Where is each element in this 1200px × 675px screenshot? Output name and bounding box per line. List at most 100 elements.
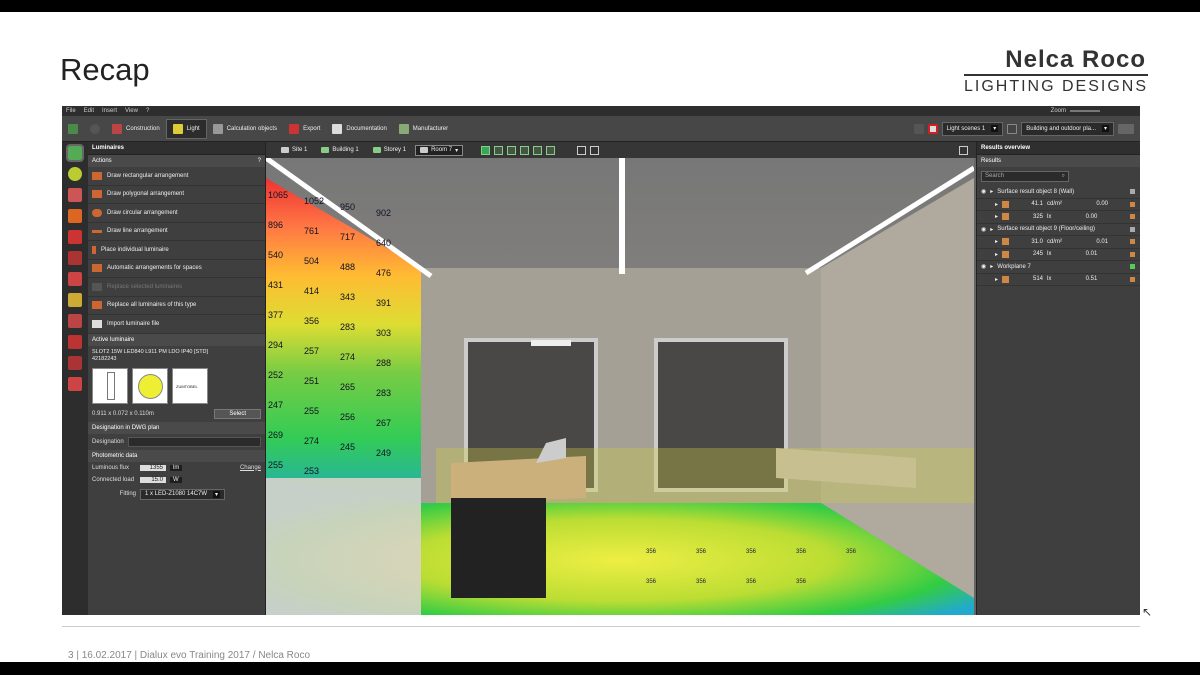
result-uniformity: 0.00 [1096, 201, 1109, 208]
floor-illuminance-value: 356 [846, 549, 857, 555]
zoom-slider[interactable] [1070, 110, 1100, 112]
light-scenes-dropdown[interactable]: Light scenes 1 ▾ [941, 121, 1004, 136]
action-rectangular[interactable]: Draw rectangular arrangement [88, 167, 265, 186]
result-object-row[interactable]: ◉ ▸ Surface result object 9 (Floor/ceiling… [977, 224, 1140, 236]
zoom-fit-icon[interactable] [577, 145, 587, 155]
tab-manufacturer[interactable]: Manufacturer [393, 119, 454, 139]
crumb-room[interactable]: Room 7 ▾ [415, 144, 464, 156]
logo-tagline: LIGHTING DESIGNS [963, 78, 1148, 95]
3d-viewport[interactable]: Site 1 Building 1 Storey 1 Room 7 ▾ 1065… [266, 142, 976, 615]
menu-help[interactable]: ? [146, 108, 149, 114]
luminaires-tool-icon[interactable] [66, 144, 84, 162]
view-mode-icon[interactable] [1118, 123, 1134, 134]
expand-icon[interactable]: ▸ [990, 263, 993, 270]
action-individual[interactable]: Place individual luminaire [88, 241, 265, 260]
action-replace-all[interactable]: Replace all luminaires of this type [88, 297, 265, 315]
layout-tool-icon[interactable] [68, 377, 82, 391]
tab-documentation[interactable]: Documentation [326, 119, 392, 139]
crumb-building[interactable]: Building 1 [316, 145, 363, 155]
wall-illuminance-value: 283 [376, 388, 391, 398]
monitor-icon[interactable] [1007, 123, 1018, 134]
view-floor-icon[interactable] [494, 145, 504, 155]
result-value-row[interactable]: ▸ 325 lx 0.00 [977, 211, 1140, 224]
menu-file[interactable]: File [66, 108, 76, 114]
fullscreen-icon[interactable] [959, 145, 968, 155]
action-polygonal[interactable]: Draw polygonal arrangement [88, 186, 265, 204]
tab-construction[interactable]: Construction [106, 119, 166, 139]
expand-icon[interactable]: ▸ [995, 238, 998, 245]
luminaire-dimensions: 0.911 x 0.072 x 0.110m [92, 410, 154, 417]
result-object-row[interactable]: ◉ ▸ Workplane 7 [977, 261, 1140, 274]
expand-icon[interactable]: ▸ [995, 201, 998, 208]
action-automatic[interactable]: Automatic arrangements for spaces [88, 260, 265, 278]
result-value: 41.1 [1031, 201, 1044, 208]
result-value-row[interactable]: ▸ 41.1 cd/m² 0.00 [977, 199, 1140, 211]
flux-input[interactable]: 1355 [140, 464, 166, 471]
wrench-tool-icon[interactable] [68, 272, 82, 286]
stop-calculation-icon[interactable] [927, 123, 938, 134]
eye-icon[interactable]: ◉ [981, 188, 986, 195]
save-button[interactable] [62, 119, 84, 139]
corner-tool-icon[interactable] [68, 251, 82, 265]
expand-icon[interactable]: ▸ [995, 251, 998, 258]
crumb-site[interactable]: Site 1 [276, 145, 312, 155]
action-import[interactable]: Import luminaire file [88, 315, 265, 334]
stack-tool-icon[interactable] [68, 293, 82, 307]
panel-tool-icon[interactable] [68, 335, 82, 349]
tab-export-label: Export [303, 125, 321, 132]
result-value-row[interactable]: ▸ 31.0 cd/m² 0.01 [977, 236, 1140, 249]
bulb-tool-icon[interactable] [68, 167, 82, 181]
view-3d-icon[interactable] [481, 145, 491, 155]
tab-calculation-objects[interactable]: Calculation objects [207, 119, 283, 139]
result-type-icon [1002, 213, 1010, 221]
result-object-row[interactable]: ◉ ▸ Surface result object 8 (Wall) [977, 186, 1140, 199]
crumb-storey[interactable]: Storey 1 [368, 145, 411, 155]
spotlight-tool-icon[interactable] [68, 188, 82, 202]
scene-scope-dropdown[interactable]: Building and outdoor pla... ▾ [1021, 121, 1114, 136]
eye-icon[interactable]: ◉ [981, 263, 986, 270]
zoom-control[interactable]: Zoom [1051, 108, 1100, 114]
wall-illuminance-value: 717 [340, 232, 355, 242]
load-input[interactable]: 15.0 [140, 476, 166, 483]
wall-illuminance-value: 247 [268, 400, 283, 410]
help-icon[interactable]: ? [258, 158, 261, 164]
automatic-arrangement-icon [92, 264, 102, 273]
expand-icon[interactable]: ▸ [990, 188, 993, 195]
view-side-icon[interactable] [520, 145, 530, 155]
action-circular[interactable]: Draw circular arrangement [88, 204, 265, 223]
wall-illuminance-value: 902 [376, 208, 391, 218]
action-line[interactable]: Draw line arrangement [88, 223, 265, 241]
eye-icon[interactable]: ◉ [981, 226, 986, 233]
results-search-input[interactable]: Search ⌕ [981, 171, 1069, 182]
curve-tool-icon[interactable] [68, 314, 82, 328]
actions-header: Actions? [88, 155, 265, 167]
import-file-icon [92, 319, 102, 328]
result-value-row[interactable]: ▸ 514 lx 0.51 [977, 274, 1140, 286]
designation-input[interactable] [127, 436, 261, 447]
result-value-row[interactable]: ▸ 245 lx 0.01 [977, 249, 1140, 261]
menu-view[interactable]: View [125, 108, 138, 114]
color-tool-icon[interactable] [68, 209, 82, 223]
expand-icon[interactable]: ▸ [995, 213, 998, 220]
angle-tool-icon[interactable] [68, 230, 82, 244]
view-wall-icon[interactable] [507, 145, 517, 155]
view-top-icon[interactable] [533, 145, 543, 155]
fitting-value: 1 x LED-Z1080 14C7W [145, 491, 208, 497]
menu-edit[interactable]: Edit [84, 108, 94, 114]
wall-illuminance-value: 540 [268, 250, 283, 260]
view-box-icon[interactable] [546, 145, 556, 155]
menu-insert[interactable]: Insert [102, 108, 117, 114]
tab-light[interactable]: Light [165, 118, 207, 139]
expand-icon[interactable]: ▸ [990, 226, 993, 233]
frame-tool-icon[interactable] [68, 356, 82, 370]
fitting-dropdown[interactable]: 1 x LED-Z1080 14C7W ▾ [140, 488, 226, 500]
tab-export[interactable]: Export [283, 119, 326, 139]
undo-button[interactable] [84, 119, 106, 139]
pan-icon[interactable] [590, 145, 600, 155]
select-button[interactable]: Select [214, 408, 261, 419]
calculate-icon[interactable] [913, 123, 924, 134]
change-link[interactable]: Change [240, 465, 261, 471]
expand-icon[interactable]: ▸ [995, 276, 998, 283]
manufacturer-icon [398, 123, 409, 134]
action-label: Draw circular arrangement [107, 209, 178, 216]
